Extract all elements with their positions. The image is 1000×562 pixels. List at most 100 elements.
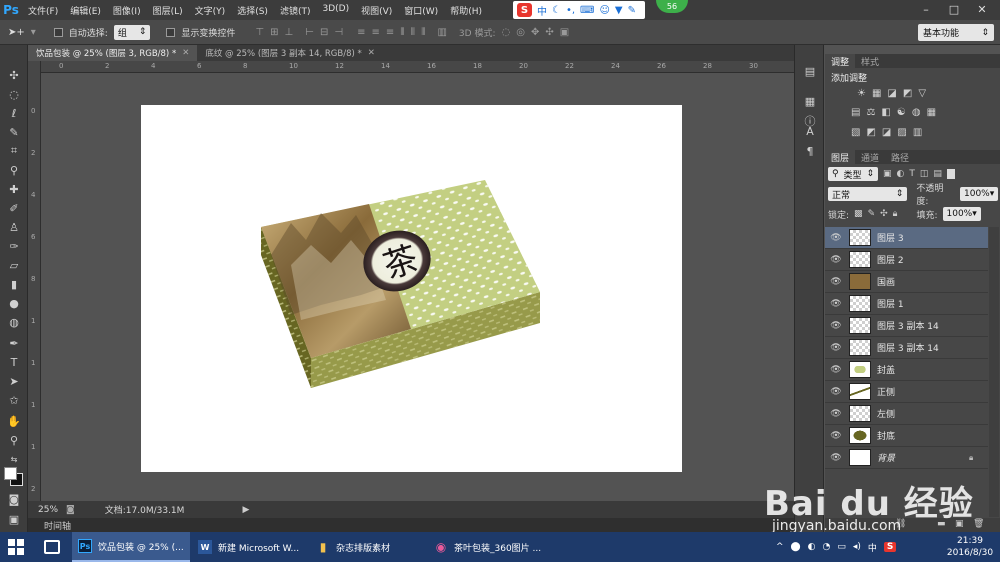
3d-slide-icon[interactable]: ✣ (545, 27, 553, 38)
layer-filter-dropdown[interactable]: ⚲ 类型 ⇕ (828, 167, 878, 181)
adjustment-row3-2-icon[interactable]: ◪ (882, 127, 891, 138)
adjust-filter-icon[interactable]: ◐ (897, 169, 905, 179)
wrench-icon[interactable]: ✎ (628, 5, 636, 16)
comma-icon[interactable]: •, (566, 5, 575, 16)
task-view-icon[interactable] (44, 540, 60, 554)
document-canvas[interactable]: 茶 (141, 105, 682, 472)
distribute-right-icon[interactable]: ⦀ (421, 27, 425, 38)
eye-icon[interactable]: 👁︎ (825, 277, 847, 287)
ime-mode[interactable]: 中 (537, 3, 547, 18)
close-icon[interactable]: ✕ (182, 48, 189, 58)
3d-scale-icon[interactable]: ▣ (560, 27, 569, 38)
tray-icon-0[interactable]: ^ (776, 542, 784, 552)
show-transform-checkbox[interactable] (166, 27, 176, 37)
dodge-tool-icon[interactable]: ◍ (4, 314, 24, 330)
tray-icon-2[interactable]: ◐ (808, 542, 816, 552)
fill-input[interactable]: 100% ▾ (942, 207, 981, 221)
eye-icon[interactable]: 👁︎ (825, 233, 847, 243)
lock-pixels-icon[interactable]: ✎ (868, 209, 876, 219)
lock-transparent-icon[interactable]: ▩ (854, 209, 863, 219)
align-top-icon[interactable]: ⊤ (255, 27, 264, 38)
tab-layers[interactable]: 图层 (825, 150, 856, 164)
lasso-tool-icon[interactable]: ℓ (4, 105, 24, 121)
tray-icon-3[interactable]: ◔ (822, 542, 830, 552)
shape-filter-icon[interactable]: ◫ (920, 169, 929, 179)
distribute-vcenter-icon[interactable]: ≡ (371, 27, 379, 38)
menu-item-7[interactable]: 3D(D) (316, 4, 355, 17)
hand-tool-icon[interactable]: ✋ (4, 413, 24, 429)
menu-item-9[interactable]: 窗口(W) (398, 4, 444, 17)
horizontal-ruler[interactable]: 02468101214161820222426283032 (41, 61, 804, 73)
minimize-button[interactable]: – (912, 0, 940, 18)
layer-row[interactable]: 👁︎ 封底 (825, 425, 988, 447)
layer-row[interactable]: 👁︎ 封盖 (825, 359, 988, 381)
taskbar-item-folder[interactable]: ▮ 杂志排版素材 (310, 532, 420, 562)
menu-item-2[interactable]: 图像(I) (107, 4, 147, 17)
status-arrow-icon[interactable]: ▶ (242, 505, 249, 515)
user-icon[interactable]: ☺ (599, 5, 609, 16)
adjustment-row3-1-icon[interactable]: ◩ (866, 127, 875, 138)
auto-select-dropdown[interactable]: 组 ⇕ (113, 24, 151, 40)
adjustment-row3-4-icon[interactable]: ▥ (913, 127, 922, 138)
quick-mask-icon[interactable]: ◙ (4, 491, 24, 507)
blend-mode-dropdown[interactable]: 正常 ⇕ (828, 187, 908, 201)
foreground-color-swatch[interactable] (4, 467, 17, 480)
adjustment-row2-5-icon[interactable]: ▦ (927, 107, 936, 118)
adjustment-row1-2-icon[interactable]: ◪ (887, 88, 896, 99)
zoom-tool-icon[interactable]: ⚲ (4, 432, 24, 448)
distribute-left-icon[interactable]: ⦀ (400, 27, 404, 38)
smart-filter-icon[interactable]: ▤ (933, 169, 942, 179)
layer-row[interactable]: 👁︎ 图层 1 (825, 293, 988, 315)
eye-icon[interactable]: 👁︎ (825, 365, 847, 375)
gradient-tool-icon[interactable]: ▮ (4, 276, 24, 292)
system-clock[interactable]: 21:39 2016/8/30 (940, 535, 1000, 559)
auto-select-checkbox[interactable] (53, 27, 63, 37)
tab-document-1[interactable]: 饮品包装 @ 25% (图层 3, RGB/8) * ✕ (28, 45, 198, 61)
blur-tool-icon[interactable]: ● (4, 295, 24, 311)
menu-item-3[interactable]: 图层(L) (147, 4, 189, 17)
adjustment-row2-3-icon[interactable]: ☯ (897, 107, 906, 118)
adjustment-row1-3-icon[interactable]: ◩ (903, 88, 912, 99)
tab-adjustments[interactable]: 调整 (825, 54, 856, 68)
3d-pan-icon[interactable]: ✥ (531, 27, 539, 38)
adjustment-row1-4-icon[interactable]: ▽ (918, 88, 926, 99)
close-button[interactable]: ✕ (968, 0, 996, 18)
paragraph-panel-icon[interactable]: ¶ (802, 143, 818, 159)
path-select-tool-icon[interactable]: ➤ (4, 373, 24, 389)
tray-icon-5[interactable]: ◂) (853, 542, 861, 552)
align-right-icon[interactable]: ⊣ (334, 27, 343, 38)
quick-select-tool-icon[interactable]: ✎ (4, 124, 24, 140)
layer-row[interactable]: 👁︎ 图层 2 (825, 249, 988, 271)
clone-stamp-tool-icon[interactable]: ♙ (4, 219, 24, 235)
shirt-icon[interactable]: ▼ (615, 5, 623, 16)
moon-icon[interactable]: ☾ (552, 5, 561, 16)
windows-start-icon[interactable] (8, 539, 24, 555)
distribute-hcenter-icon[interactable]: ⦀ (411, 27, 415, 38)
healing-brush-tool-icon[interactable]: ✚ (4, 181, 24, 197)
pen-tool-icon[interactable]: ✒ (4, 335, 24, 351)
menu-item-8[interactable]: 视图(V) (355, 4, 398, 17)
3d-rotate-icon[interactable]: ◌ (501, 27, 510, 38)
eyedropper-tool-icon[interactable]: ⚲ (4, 162, 24, 178)
eye-icon[interactable]: 👁︎ (825, 409, 847, 419)
swap-colors-icon[interactable]: ⇆ (4, 451, 24, 467)
layer-row[interactable]: 👁︎ 正侧 (825, 381, 988, 403)
menu-item-1[interactable]: 编辑(E) (64, 4, 107, 17)
taskbar-item-word[interactable]: W 新建 Microsoft W... (192, 532, 306, 562)
tray-icon-4[interactable]: ▭ (837, 542, 846, 552)
workspace-dropdown[interactable]: 基本功能 ⇕ (918, 24, 994, 41)
tray-icon-7[interactable]: S (883, 542, 897, 552)
vertical-ruler[interactable]: 0 2 4 6 8 1 1 1 1 2 (28, 61, 41, 501)
ime-toolbar[interactable]: S 中 ☾ •, ⌨ ☺ ▼ ✎ (513, 1, 645, 19)
tray-icon-6[interactable]: 中 (868, 541, 877, 554)
adjustment-row2-4-icon[interactable]: ◍ (912, 107, 921, 118)
zoom-level[interactable]: 25% (38, 505, 58, 515)
eye-icon[interactable]: 👁︎ (825, 299, 847, 309)
screen-mode-icon[interactable]: ▣ (4, 511, 24, 527)
dropdown-icon[interactable]: ▾ (31, 27, 36, 38)
auto-align-icon[interactable]: ▥ (437, 27, 446, 38)
eye-icon[interactable]: 👁︎ (825, 387, 847, 397)
adjustment-row3-3-icon[interactable]: ▨ (897, 127, 906, 138)
tray-icon-1[interactable]: ⬤ (791, 542, 801, 552)
layers-scrollbar[interactable] (989, 227, 999, 517)
